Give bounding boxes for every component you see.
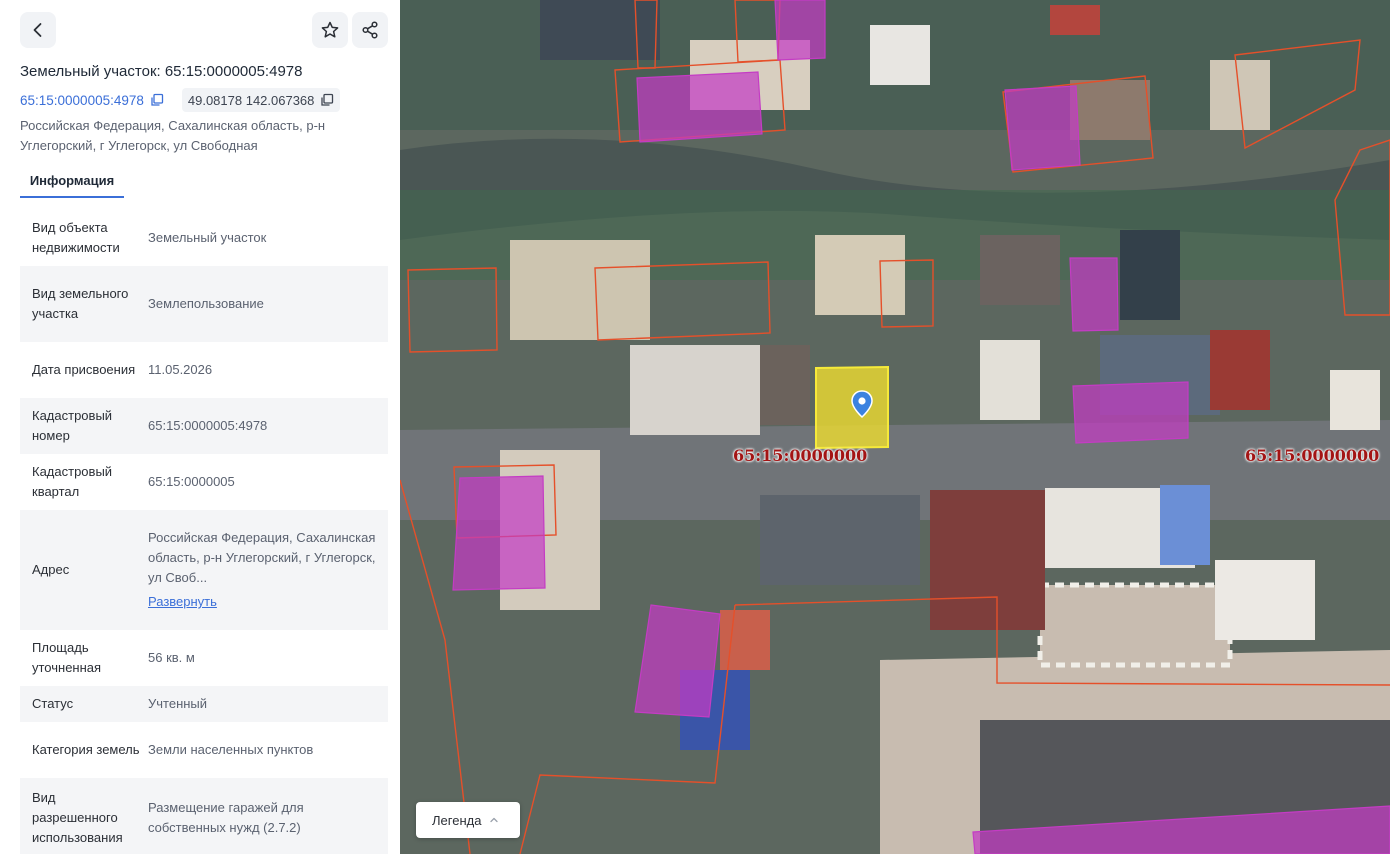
parcel-outline (634, 0, 658, 69)
identifier-row: 65:15:0000005:4978 49.08178 142.067368 (20, 88, 341, 112)
parcel-outline (407, 267, 498, 353)
star-icon (321, 21, 339, 38)
share-button[interactable] (352, 12, 388, 48)
property-key: Статус (32, 696, 74, 711)
property-key: Кадастровый квартал (32, 464, 113, 499)
property-key: Вид объекта недвижимости (32, 220, 120, 255)
parcel-outline (1234, 39, 1361, 150)
table-row: Адрес Российская Федерация, Сахалинская … (20, 510, 388, 630)
coordinates-chip: 49.08178 142.067368 (181, 88, 341, 112)
building-footprint (1004, 85, 1081, 171)
expand-link[interactable]: Развернуть (148, 592, 378, 612)
property-value: Земли населенных пунктов (148, 742, 314, 757)
share-icon (362, 21, 378, 39)
tab-information[interactable]: Информация (20, 164, 124, 198)
tab-bar: Информация (20, 164, 388, 198)
legend-button[interactable]: Легенда (416, 802, 520, 838)
parcel-outline (734, 0, 781, 63)
building-footprint (774, 0, 826, 61)
legend-label: Легенда (432, 812, 482, 828)
chevron-left-icon (33, 23, 42, 37)
property-key: Адрес (32, 562, 70, 577)
property-key: Вид разрешенного использования (32, 790, 123, 845)
property-value: 11.05.2026 (148, 362, 213, 377)
property-value: Размещение гаражей для собственных нужд … (148, 800, 304, 835)
property-value: 65:15:0000005:4978 (148, 418, 268, 433)
favorite-button[interactable] (312, 12, 348, 48)
property-value: Земельный участок (148, 230, 267, 245)
address-value: Российская Федерация, Сахалинская област… (148, 530, 376, 585)
cadastral-quarter-label: 65:15:0000000 (733, 446, 868, 465)
page-title: Земельный участок: 65:15:0000005:4978 (20, 63, 303, 80)
building-footprint (452, 475, 546, 591)
parcel-outline (879, 259, 934, 328)
panel-toolbar (20, 12, 388, 48)
table-row: Вид объекта недвижимости Земельный участ… (20, 210, 388, 266)
table-row: Вид разрешенного использования Размещени… (20, 778, 388, 854)
parcel-outline (734, 596, 1390, 686)
table-row: Дата присвоения 11.05.2026 (20, 342, 388, 398)
building-footprint (636, 71, 763, 143)
table-row: Категория земель Земли населенных пункто… (20, 722, 388, 778)
cadastral-quarter-label: 65:15:0000000 (1245, 446, 1380, 465)
table-row: Кадастровый квартал 65:15:0000005 (20, 454, 388, 510)
property-key: Дата присвоения (32, 362, 136, 377)
building-footprint (972, 805, 1390, 854)
table-row: Статус Учтенный (20, 686, 388, 722)
cadastral-number-link[interactable]: 65:15:0000005:4978 (20, 93, 144, 108)
property-key: Категория земель (32, 742, 140, 757)
property-key: Площадь уточненная (32, 640, 102, 675)
parcel-outline (1334, 139, 1390, 316)
back-button[interactable] (20, 12, 56, 48)
property-value: 65:15:0000005 (148, 474, 235, 489)
table-row: Площадь уточненная 56 кв. м (20, 630, 388, 686)
copy-icon[interactable] (150, 93, 164, 107)
property-value: Учтенный (148, 696, 208, 711)
property-key: Кадастровый номер (32, 408, 113, 443)
map-view[interactable]: 65:15:0000000 65:15:0000000 Легенда (400, 0, 1390, 854)
property-value: Российская Федерация, Сахалинская област… (148, 528, 378, 612)
address-text: Российская Федерация, Сахалинская област… (20, 118, 326, 153)
table-row: Вид земельного участка Землепользование (20, 266, 388, 342)
location-pin-icon[interactable] (850, 390, 874, 418)
building-footprint (1069, 257, 1119, 332)
table-row: Кадастровый номер 65:15:0000005:4978 (20, 398, 388, 454)
property-value: 56 кв. м (148, 650, 195, 665)
building-footprint (1072, 381, 1189, 444)
property-key: Вид земельного участка (32, 286, 129, 321)
coordinates-text: 49.08178 142.067368 (187, 92, 315, 108)
copy-icon[interactable] (320, 93, 334, 107)
parcel-outline (594, 261, 771, 341)
building-footprint (634, 604, 721, 718)
cadastral-overlay (400, 0, 1390, 854)
chevron-up-icon (490, 817, 499, 823)
info-panel: Земельный участок: 65:15:0000005:4978 65… (0, 0, 400, 854)
property-value: Землепользование (148, 296, 264, 311)
